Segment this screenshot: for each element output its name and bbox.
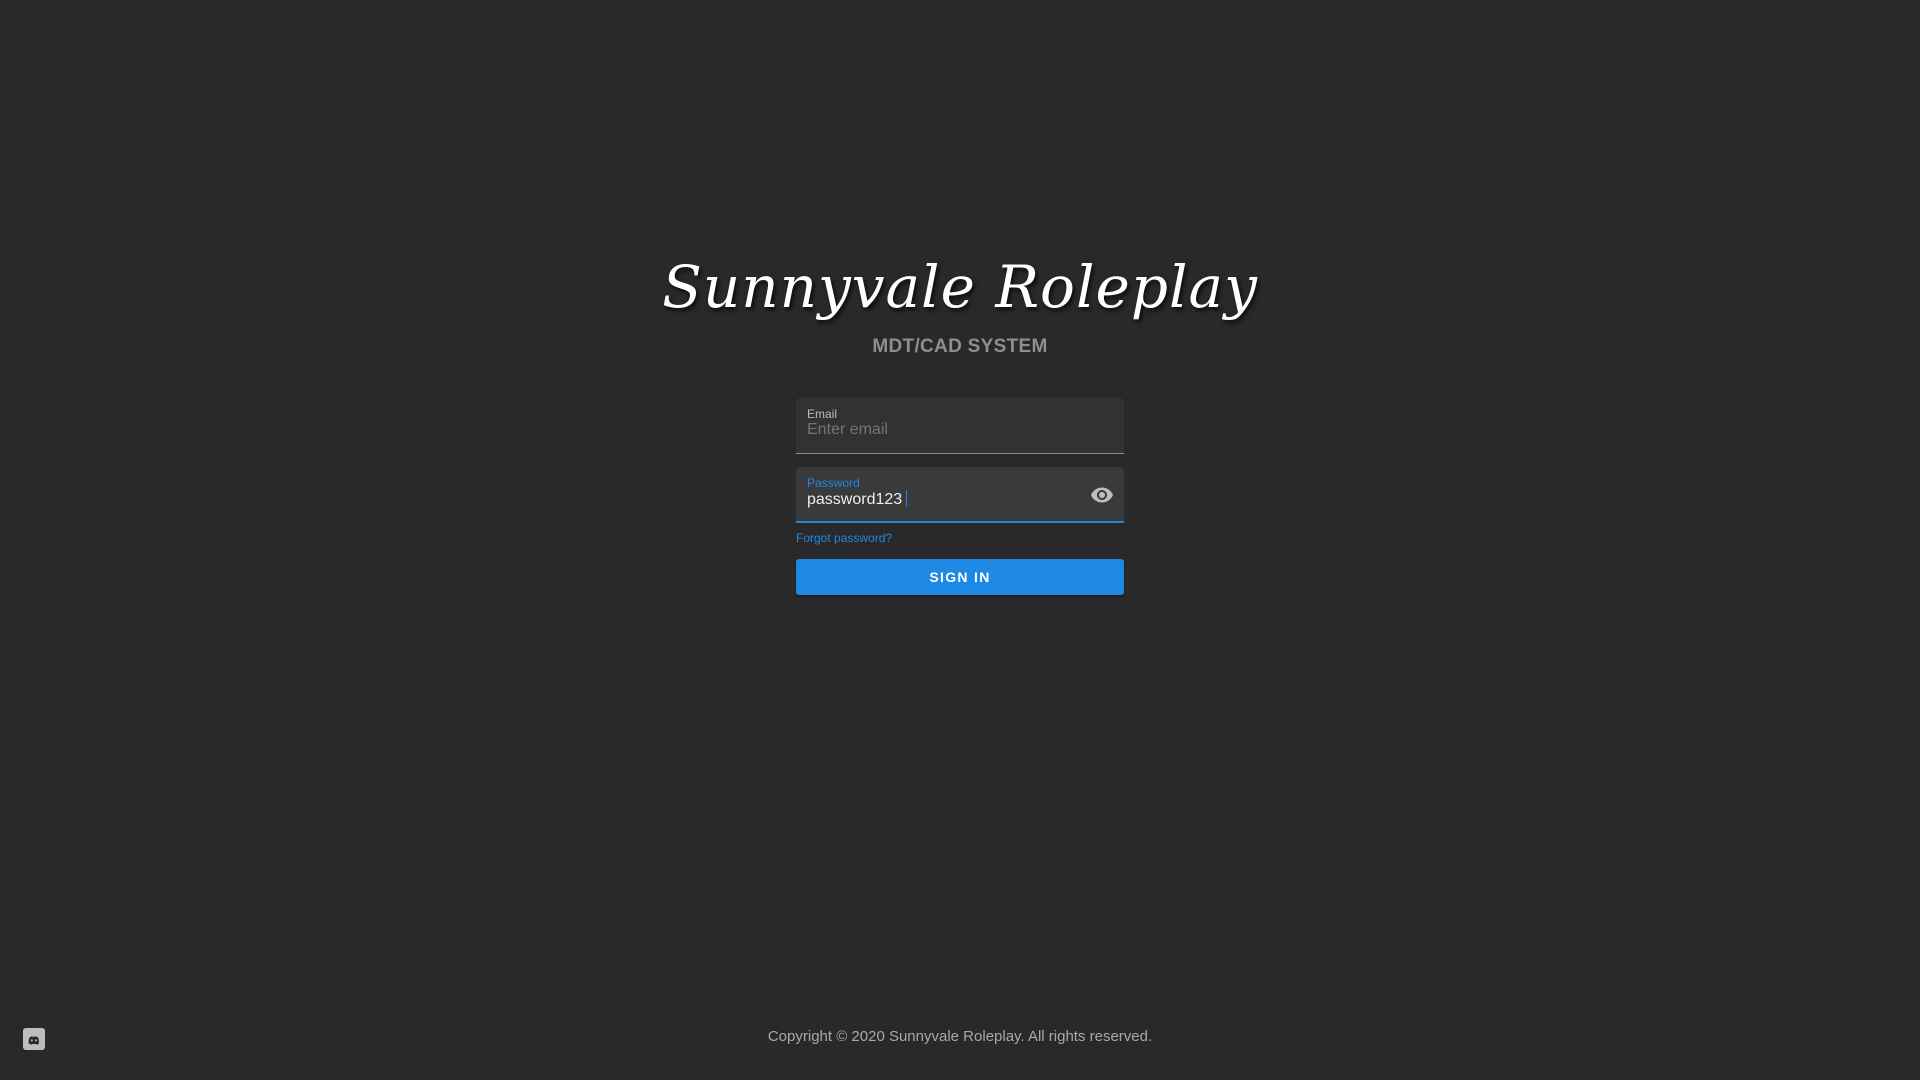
forgot-password-link[interactable]: Forgot password? (796, 531, 892, 545)
login-page: Sunnyvale Roleplay MDT/CAD SYSTEM Email … (0, 0, 1920, 1080)
eye-icon[interactable] (1090, 483, 1114, 507)
password-value: password123 (807, 491, 903, 508)
password-field[interactable]: Password password123 (796, 467, 1124, 523)
password-label: Password (807, 476, 860, 490)
email-label: Email (807, 407, 838, 421)
email-input[interactable] (807, 421, 1067, 439)
password-input[interactable]: password123 (807, 490, 1067, 509)
copyright-text: Copyright © 2020 Sunnyvale Roleplay. All… (767, 1028, 1153, 1045)
sign-in-button[interactable]: SIGN IN (796, 559, 1124, 595)
text-caret (906, 490, 908, 507)
system-subtitle: MDT/CAD SYSTEM (872, 336, 1048, 357)
brand-logo-text: Sunnyvale Roleplay (662, 253, 1258, 321)
email-field[interactable]: Email (796, 398, 1124, 454)
